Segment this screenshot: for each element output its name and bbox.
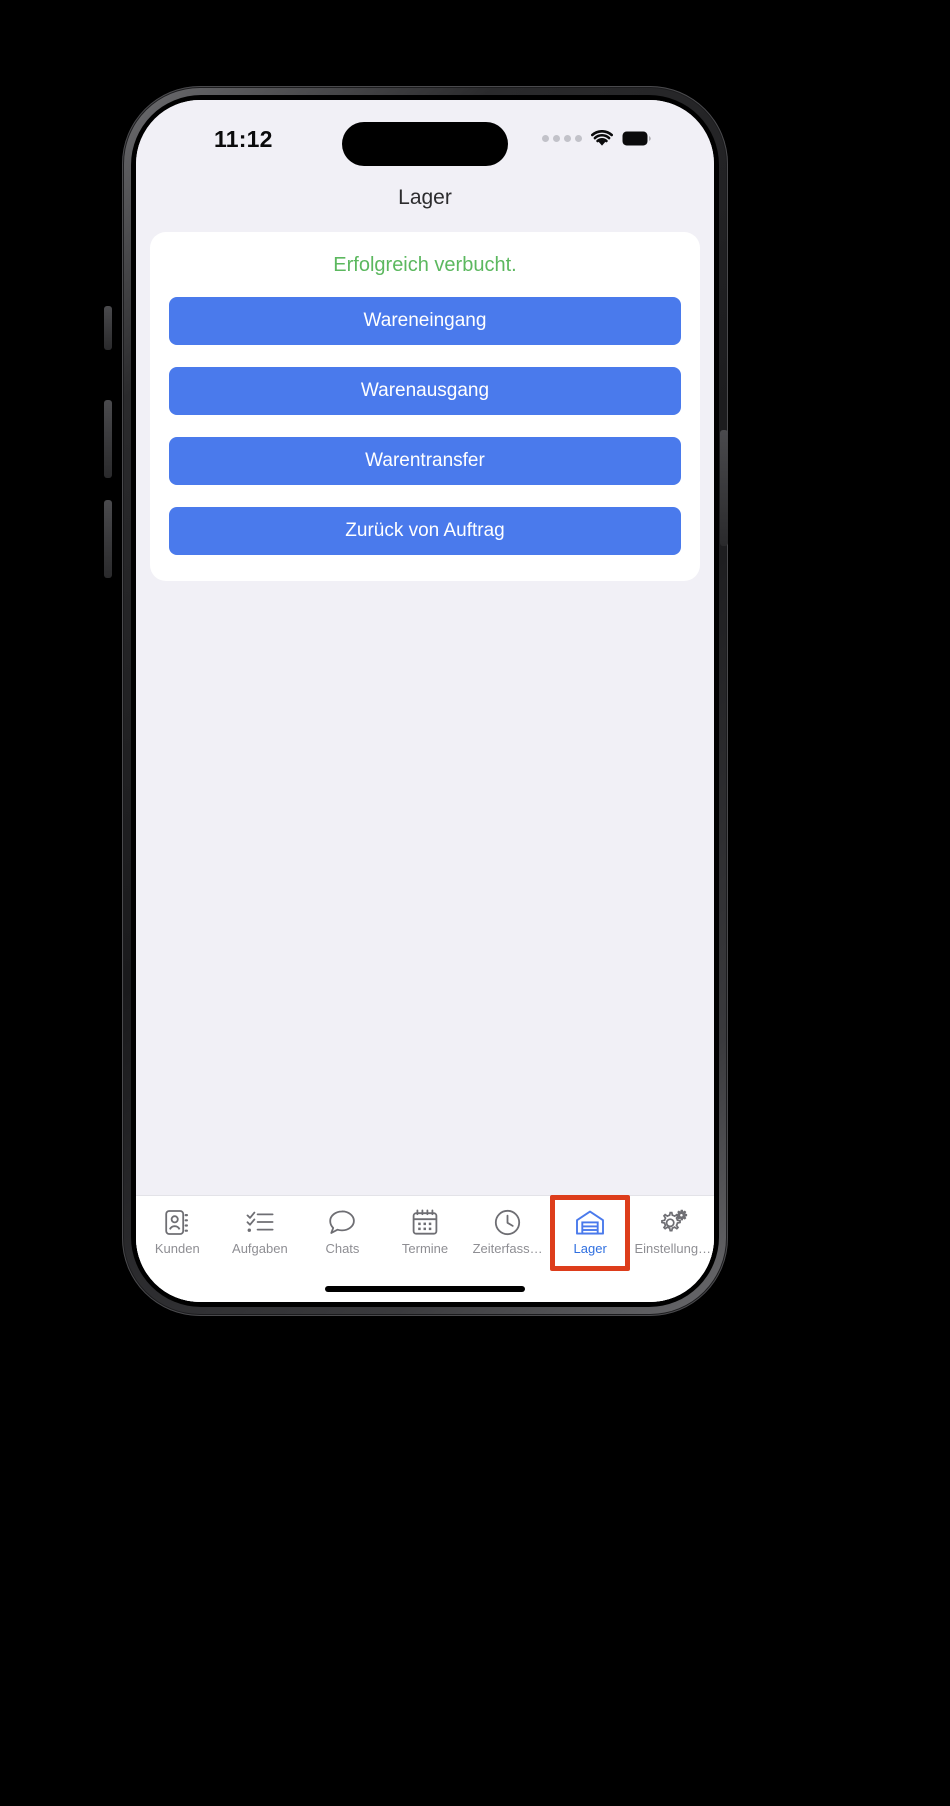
wareneingang-button[interactable]: Wareneingang xyxy=(169,297,681,345)
tab-einstellungen[interactable]: Einstellung… xyxy=(631,1204,714,1260)
calendar-icon xyxy=(412,1208,438,1236)
status-bar-indicators xyxy=(542,130,652,147)
volume-up-button[interactable] xyxy=(104,400,112,478)
chat-bubble-icon xyxy=(328,1208,356,1236)
warentransfer-button[interactable]: Warentransfer xyxy=(169,437,681,485)
tab-label-aufgaben: Aufgaben xyxy=(232,1241,288,1256)
tab-label-termine: Zeiterfass… xyxy=(472,1241,543,1256)
warehouse-icon xyxy=(575,1208,605,1236)
tab-zeiterfassung[interactable]: Zeiterfass… xyxy=(466,1204,549,1260)
tab-chats[interactable]: Chats xyxy=(301,1204,384,1260)
checklist-icon xyxy=(246,1208,274,1236)
content-area: Erfolgreich verbucht. Wareneingang Waren… xyxy=(136,232,714,1302)
silent-switch-button[interactable] xyxy=(104,306,112,350)
power-button[interactable] xyxy=(720,430,728,546)
battery-full-icon xyxy=(622,131,652,146)
tab-label-kunden: Kunden xyxy=(154,1241,200,1256)
wifi-icon xyxy=(591,130,613,147)
tab-termine[interactable]: Termine xyxy=(384,1204,467,1260)
status-bar: 11:12 xyxy=(136,100,714,166)
volume-down-button[interactable] xyxy=(104,500,112,578)
phone-screen: 11:12 Lager Erfolgreich verbucht. Warene… xyxy=(136,100,714,1302)
lager-actions-card: Erfolgreich verbucht. Wareneingang Waren… xyxy=(150,232,700,581)
success-status-message: Erfolgreich verbucht. xyxy=(333,254,517,276)
clock-icon xyxy=(494,1208,521,1236)
tab-kunden[interactable]: Kunden xyxy=(136,1204,219,1260)
tab-label-chats: Chats xyxy=(325,1241,360,1256)
zurueck-von-auftrag-button[interactable]: Zurück von Auftrag xyxy=(169,507,681,555)
tab-label-einstellungen: Einstellung… xyxy=(634,1241,712,1256)
home-indicator[interactable] xyxy=(325,1286,525,1292)
warenausgang-button[interactable]: Warenausgang xyxy=(169,367,681,415)
tab-label-zeiterfassung: Termine xyxy=(401,1241,449,1256)
gear-icon xyxy=(658,1208,688,1236)
dynamic-island xyxy=(342,122,508,166)
status-bar-time: 11:12 xyxy=(214,126,273,152)
tab-aufgaben[interactable]: Aufgaben xyxy=(219,1204,302,1260)
tab-lager[interactable]: Lager xyxy=(549,1195,632,1271)
contacts-book-icon xyxy=(165,1208,190,1236)
page-title: Lager xyxy=(136,162,714,232)
signal-dots-icon xyxy=(542,135,582,142)
tab-label-lager: Lager xyxy=(573,1241,607,1256)
